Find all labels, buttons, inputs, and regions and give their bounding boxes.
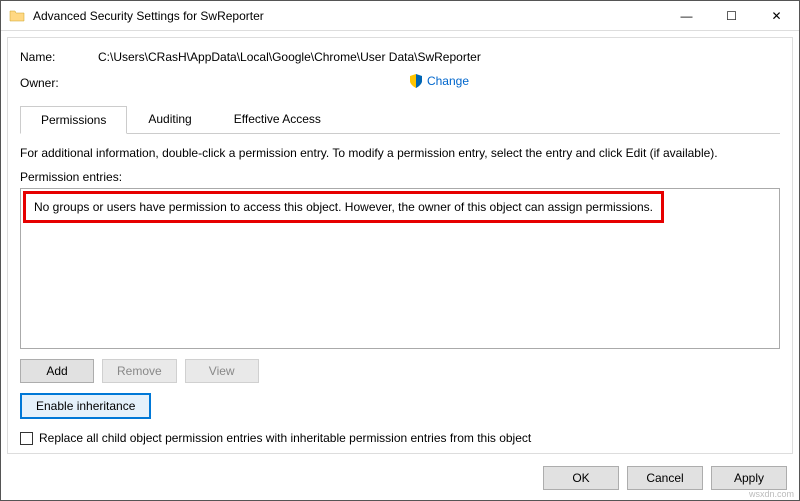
permission-entries-list[interactable]: No groups or users have permission to ac… <box>20 188 780 349</box>
shield-icon <box>409 74 423 88</box>
owner-value: Change <box>98 74 780 91</box>
entries-label: Permission entries: <box>20 170 780 184</box>
cancel-button[interactable]: Cancel <box>627 466 703 490</box>
content-area: Name: C:\Users\CRasH\AppData\Local\Googl… <box>7 37 793 454</box>
replace-children-label: Replace all child object permission entr… <box>39 431 531 445</box>
folder-icon <box>9 8 25 24</box>
replace-children-row: Replace all child object permission entr… <box>20 431 780 445</box>
info-text: For additional information, double-click… <box>20 146 780 160</box>
entry-buttons-row: Add Remove View <box>20 359 780 383</box>
empty-permissions-message: No groups or users have permission to ac… <box>23 191 664 223</box>
tab-content: For additional information, double-click… <box>20 134 780 445</box>
inheritance-row: Enable inheritance <box>20 393 780 419</box>
tab-permissions[interactable]: Permissions <box>20 106 127 134</box>
tab-auditing[interactable]: Auditing <box>127 105 212 133</box>
minimize-button[interactable]: — <box>664 1 709 30</box>
security-settings-window: Advanced Security Settings for SwReporte… <box>0 0 800 501</box>
change-owner-label: Change <box>427 74 469 88</box>
close-button[interactable]: ✕ <box>754 1 799 30</box>
maximize-button[interactable]: ☐ <box>709 1 754 30</box>
dialog-footer: OK Cancel Apply <box>1 460 799 500</box>
tabs: Permissions Auditing Effective Access <box>20 105 780 134</box>
window-title: Advanced Security Settings for SwReporte… <box>33 9 664 23</box>
name-value: C:\Users\CRasH\AppData\Local\Google\Chro… <box>98 50 780 64</box>
apply-button[interactable]: Apply <box>711 466 787 490</box>
titlebar: Advanced Security Settings for SwReporte… <box>1 1 799 31</box>
remove-button: Remove <box>102 359 177 383</box>
window-controls: — ☐ ✕ <box>664 1 799 30</box>
name-label: Name: <box>20 50 98 64</box>
change-owner-link[interactable]: Change <box>409 74 469 88</box>
ok-button[interactable]: OK <box>543 466 619 490</box>
name-row: Name: C:\Users\CRasH\AppData\Local\Googl… <box>20 50 780 64</box>
owner-label: Owner: <box>20 76 98 90</box>
owner-row: Owner: Change <box>20 74 780 91</box>
watermark: wsxdn.com <box>749 489 794 499</box>
enable-inheritance-button[interactable]: Enable inheritance <box>20 393 151 419</box>
add-button[interactable]: Add <box>20 359 94 383</box>
view-button: View <box>185 359 259 383</box>
tab-effective-access[interactable]: Effective Access <box>213 105 342 133</box>
replace-children-checkbox[interactable] <box>20 432 33 445</box>
